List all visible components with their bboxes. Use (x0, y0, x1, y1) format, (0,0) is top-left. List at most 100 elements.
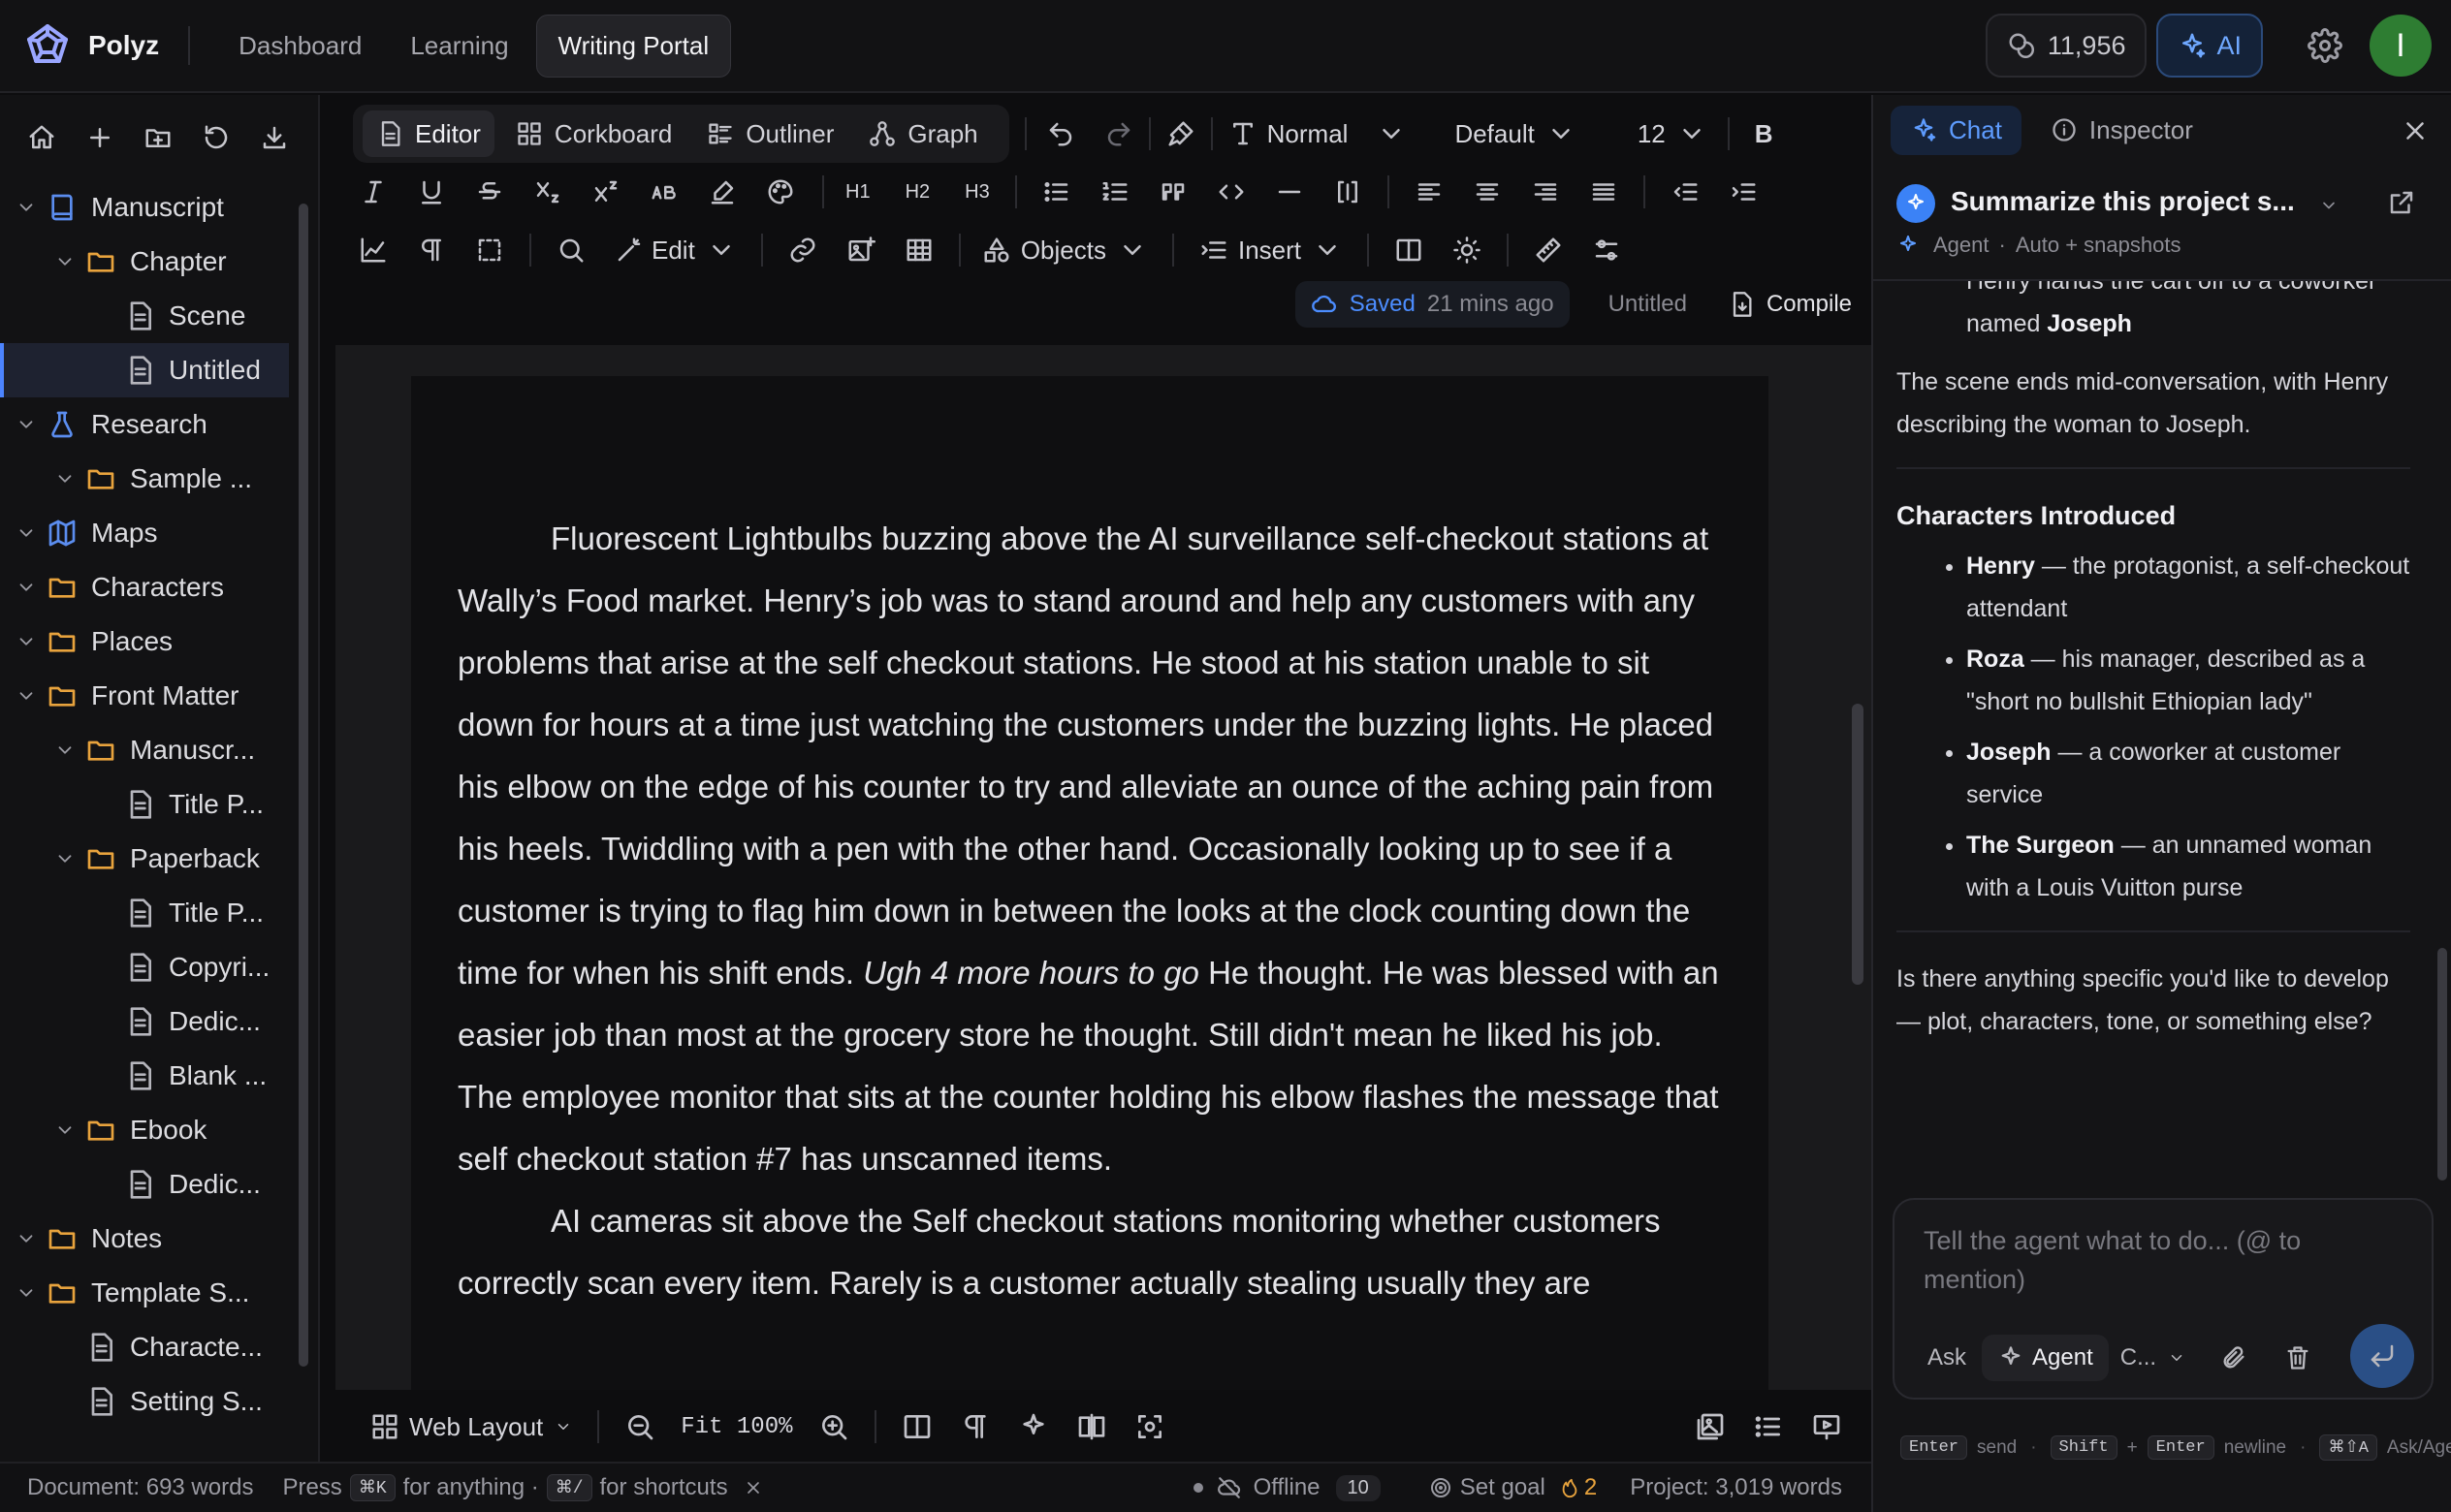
tree-item[interactable]: Maps (0, 506, 318, 560)
document-title[interactable]: Untitled (1608, 291, 1687, 318)
plus-icon[interactable] (85, 121, 114, 154)
chat-scrollbar[interactable] (2437, 948, 2447, 1181)
select-box-icon[interactable] (475, 236, 504, 265)
pilcrow-icon[interactable] (417, 236, 446, 265)
user-avatar[interactable]: I (2370, 15, 2432, 77)
model-select[interactable]: C... (2120, 1344, 2185, 1371)
underline-icon[interactable] (417, 177, 446, 206)
tree-item[interactable]: Dedic... (0, 1157, 318, 1212)
set-goal-button[interactable]: Set goal (1460, 1474, 1545, 1501)
palette-icon[interactable] (766, 177, 795, 206)
sliders-icon[interactable] (1592, 236, 1621, 265)
tree-item[interactable]: Template S... (0, 1266, 318, 1320)
redo-icon[interactable] (1104, 119, 1133, 148)
tree-item[interactable]: Scene (0, 289, 318, 343)
highlight-icon[interactable] (708, 177, 737, 206)
ai-button[interactable]: AI (2156, 14, 2263, 78)
table-icon[interactable] (905, 236, 934, 265)
objects-menu[interactable]: Objects (982, 236, 1147, 266)
chevron-down-icon[interactable] (16, 414, 37, 435)
tab-graph[interactable]: Graph (855, 110, 991, 157)
numbered-list-icon[interactable] (1100, 177, 1130, 206)
bullet-list-icon[interactable] (1042, 177, 1071, 206)
nav-tab-dashboard[interactable]: Dashboard (217, 16, 383, 77)
tree-item[interactable]: Sample ... (0, 452, 318, 506)
ruler-icon[interactable] (1534, 236, 1563, 265)
code-icon[interactable] (1217, 177, 1246, 206)
compile-button[interactable]: Compile (1728, 291, 1852, 318)
outdent-icon[interactable] (1671, 177, 1700, 206)
pilcrow-icon[interactable] (960, 1411, 991, 1442)
paragraph[interactable]: AI cameras sit above the Self checkout s… (458, 1190, 1724, 1314)
connection-status[interactable]: Offline (1254, 1474, 1321, 1501)
columns-icon[interactable] (1394, 236, 1423, 265)
tree-item[interactable]: Manuscr... (0, 723, 318, 777)
small-caps-icon[interactable] (650, 177, 679, 206)
sidebar-scrollbar[interactable] (299, 204, 308, 1367)
edit-menu[interactable]: Edit (615, 236, 736, 266)
nav-tab-learning[interactable]: Learning (389, 16, 529, 77)
credits-counter[interactable]: 11,956 (1985, 14, 2148, 78)
chevron-down-icon[interactable] (54, 468, 76, 489)
tree-item[interactable]: Untitled (0, 343, 289, 397)
tree-item[interactable]: Places (0, 614, 318, 669)
close-icon[interactable] (2401, 116, 2430, 145)
close-icon[interactable] (744, 1478, 763, 1497)
paragraph[interactable]: Fluorescent Lightbulbs buzzing above the… (458, 508, 1724, 1190)
tree-item[interactable]: Title P... (0, 777, 318, 832)
align-right-icon[interactable] (1531, 177, 1560, 206)
heading-1-button[interactable]: H1 (845, 181, 871, 204)
mode-agent-button[interactable]: Agent (1982, 1335, 2109, 1381)
home-icon[interactable] (27, 121, 56, 154)
chevron-down-icon[interactable] (16, 1282, 37, 1304)
refresh-icon[interactable] (202, 121, 231, 154)
image-add-icon[interactable] (846, 236, 875, 265)
tree-item[interactable]: Paperback (0, 832, 318, 886)
align-left-icon[interactable] (1415, 177, 1444, 206)
compare-icon[interactable] (1076, 1411, 1107, 1442)
font-size-select[interactable]: 12 (1638, 119, 1706, 149)
format-painter-icon[interactable] (1166, 119, 1195, 148)
tree-item[interactable]: Research (0, 397, 318, 452)
tab-outliner[interactable]: Outliner (693, 110, 847, 157)
external-link-icon[interactable] (2387, 188, 2416, 217)
heading-3-button[interactable]: H3 (965, 181, 990, 204)
indent-icon[interactable] (1729, 177, 1758, 206)
zoom-out-icon[interactable] (624, 1411, 655, 1442)
insert-menu[interactable]: Insert (1199, 236, 1342, 266)
chevron-down-icon[interactable] (16, 685, 37, 707)
search-icon[interactable] (557, 236, 586, 265)
tab-editor[interactable]: Editor (363, 110, 494, 157)
download-icon[interactable] (260, 121, 289, 154)
horizontal-rule-icon[interactable] (1275, 177, 1304, 206)
tree-item[interactable]: Title P... (0, 886, 318, 940)
tab-inspector[interactable]: Inspector (2031, 106, 2212, 155)
tree-item[interactable]: Copyri... (0, 940, 318, 994)
italic-icon[interactable] (359, 177, 388, 206)
chat-input[interactable] (1924, 1221, 2389, 1299)
document-page[interactable]: Fluorescent Lightbulbs buzzing above the… (411, 376, 1768, 1390)
strikethrough-icon[interactable] (475, 177, 504, 206)
paragraph-style-select[interactable]: Normal (1228, 119, 1407, 149)
chevron-down-icon[interactable] (16, 577, 37, 598)
bold-button[interactable]: B (1755, 119, 1773, 149)
tree-item[interactable]: Ebook (0, 1103, 318, 1157)
logo-icon[interactable] (24, 22, 71, 69)
sun-icon[interactable] (1452, 236, 1481, 265)
chevron-down-icon[interactable] (54, 251, 76, 272)
chevron-down-icon[interactable] (16, 522, 37, 544)
zoom-in-icon[interactable] (818, 1411, 849, 1442)
undo-icon[interactable] (1046, 119, 1075, 148)
quote-icon[interactable] (1159, 177, 1188, 206)
tree-item[interactable]: Dedic... (0, 994, 318, 1049)
chevron-down-icon[interactable] (54, 848, 76, 869)
gear-icon[interactable] (2308, 28, 2342, 63)
superscript-icon[interactable] (591, 177, 621, 206)
zoom-level[interactable]: Fit 100% (681, 1414, 792, 1440)
subscript-icon[interactable] (533, 177, 562, 206)
layout-select[interactable]: Web Layout (370, 1412, 572, 1442)
heading-2-button[interactable]: H2 (906, 181, 931, 204)
nav-tab-writing-portal[interactable]: Writing Portal (535, 14, 732, 78)
trash-icon[interactable] (2284, 1344, 2311, 1371)
chevron-down-icon[interactable] (2319, 196, 2339, 215)
